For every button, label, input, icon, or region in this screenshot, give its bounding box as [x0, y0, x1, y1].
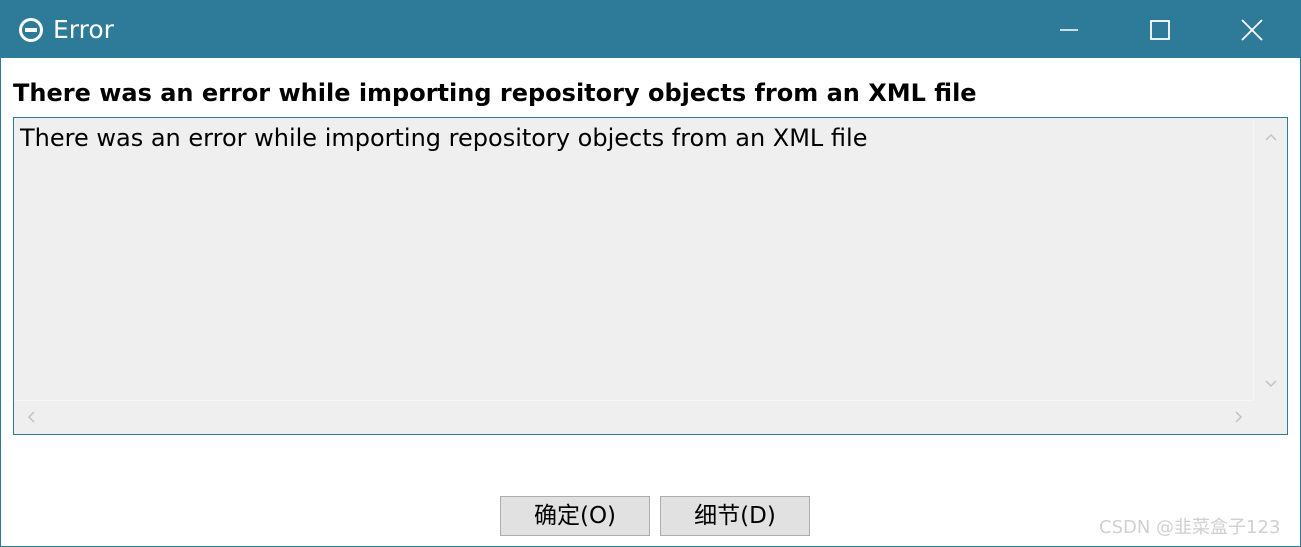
ok-button[interactable]: 确定(O): [500, 496, 650, 536]
maximize-button[interactable]: [1114, 1, 1206, 58]
scroll-up-arrow-icon[interactable]: [1263, 130, 1279, 146]
maximize-icon: [1150, 19, 1170, 40]
error-circle-icon: [19, 18, 43, 42]
scroll-right-arrow-icon[interactable]: [1230, 409, 1246, 425]
error-message-text: There was an error while importing repos…: [20, 124, 868, 152]
watermark-text: CSDN @韭菜盒子123: [1099, 517, 1281, 538]
close-icon: [1241, 18, 1263, 41]
minimize-icon: [1060, 28, 1078, 31]
details-button[interactable]: 细节(D): [660, 496, 810, 536]
close-button[interactable]: [1206, 1, 1298, 58]
scroll-down-arrow-icon[interactable]: [1263, 375, 1279, 391]
horizontal-scrollbar[interactable]: [14, 400, 1254, 434]
title-bar[interactable]: Error: [1, 1, 1300, 58]
vertical-scrollbar[interactable]: [1253, 118, 1287, 401]
error-heading: There was an error while importing repos…: [13, 79, 977, 107]
error-dialog-window: Error There was an error while importing…: [0, 0, 1301, 547]
scroll-left-arrow-icon[interactable]: [24, 409, 40, 425]
window-title: Error: [53, 15, 114, 44]
minimize-button[interactable]: [1023, 1, 1115, 58]
error-details-textarea[interactable]: There was an error while importing repos…: [13, 117, 1288, 435]
